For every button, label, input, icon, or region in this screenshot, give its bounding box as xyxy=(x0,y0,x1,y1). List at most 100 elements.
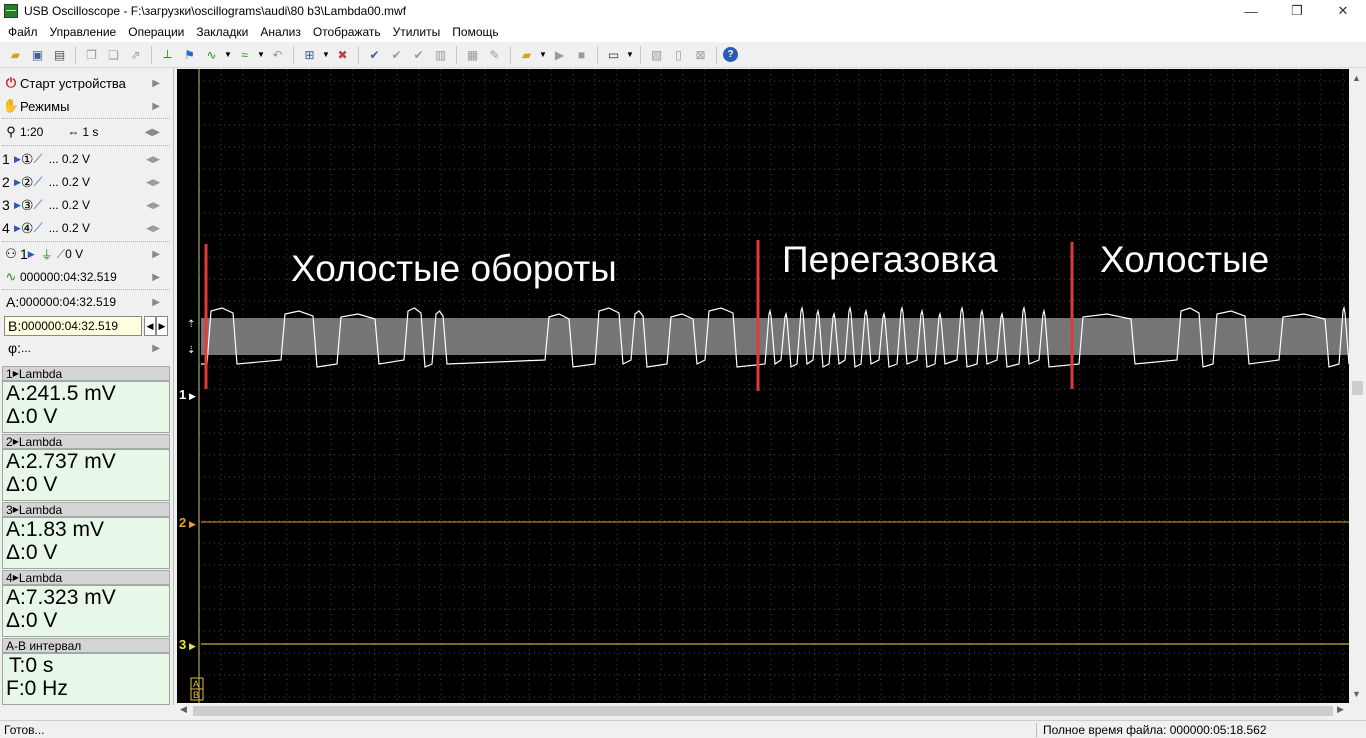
crop-icon[interactable]: ⊠ xyxy=(691,45,710,64)
horizontal-scrollbar[interactable]: ◀ ▶ xyxy=(177,703,1349,719)
chevron-left-right-icon: ◀▶ xyxy=(144,126,160,138)
page-icon[interactable]: ▯ xyxy=(669,45,688,64)
play-script-icon[interactable]: ▶ xyxy=(550,45,569,64)
save-icon[interactable]: ▣ xyxy=(28,45,47,64)
cursor-a-letter: A: xyxy=(6,294,20,310)
measure-channel-number: 3 xyxy=(6,502,13,517)
annotation-idle: Холостые обороты xyxy=(291,248,617,289)
print-icon[interactable]: ▤ xyxy=(50,45,69,64)
step-left-icon[interactable]: ◀ xyxy=(144,316,156,336)
chevron-down-icon[interactable]: ▼ xyxy=(224,45,232,64)
chevron-right-icon: ▶ xyxy=(152,296,160,308)
step-right-icon[interactable]: ▶ xyxy=(156,316,168,336)
cursor-b-field[interactable]: B: 000000:04:32.519 xyxy=(4,316,142,336)
menu-view[interactable]: Отображать xyxy=(307,25,387,39)
check-down-icon[interactable]: ✔ xyxy=(387,45,406,64)
menu-help[interactable]: Помощь xyxy=(446,25,504,39)
ab-interval-header: A-B интервал xyxy=(2,638,170,653)
channel-row-3[interactable]: 3 ▶ ③ ⟋ ... 0.2 V ◀▶ xyxy=(2,194,170,216)
trigger-time-row[interactable]: ∿ 000000:04:32.519 ▶ xyxy=(2,266,170,288)
measure-icon[interactable]: ✎ xyxy=(485,45,504,64)
paste-icon[interactable]: ❏ xyxy=(104,45,123,64)
divider xyxy=(2,289,170,290)
status-text: Готов... xyxy=(4,723,45,737)
arrow-right-icon: ▶ xyxy=(14,153,21,164)
open-folder-icon[interactable]: ▰ xyxy=(6,45,25,64)
channel-2-marker[interactable]: 2 xyxy=(179,515,186,530)
band-top-arrow-icon[interactable]: ⇡ xyxy=(187,319,195,330)
marker-icon[interactable]: ⚑ xyxy=(180,45,199,64)
channel-row-4[interactable]: 4 ▶ ④ ⟋ ... 0.2 V ◀▶ xyxy=(2,217,170,239)
chevron-left-right-icon[interactable]: ◀▶ xyxy=(146,154,160,165)
scroll-up-icon[interactable]: ▲ xyxy=(1352,73,1361,83)
menu-operations[interactable]: Операции xyxy=(122,25,190,39)
chevron-down-icon[interactable]: ▼ xyxy=(322,45,330,64)
modes-item[interactable]: ✋ Режимы ▶ xyxy=(2,95,170,117)
trigger-row[interactable]: ⚇ 1 ▶ ⏚ ⟋ 0 V ▶ xyxy=(2,243,170,265)
phase-row[interactable]: φ: ... ▶ xyxy=(2,337,170,359)
measure-delta-value: Δ:0 V xyxy=(6,609,58,632)
arrow-right-icon: ▶ xyxy=(14,222,21,233)
scroll-left-icon[interactable]: ◀ xyxy=(180,704,187,715)
menu-utilities[interactable]: Утилиты xyxy=(387,25,447,39)
start-device-item[interactable]: ⏻ Старт устройства ▶ xyxy=(2,72,170,94)
cursor-b-stepper: ◀ ▶ xyxy=(144,316,168,336)
band-bottom-arrow-icon[interactable]: ⇣ xyxy=(187,345,195,356)
horizontal-scroll-thumb[interactable] xyxy=(193,706,1333,716)
ab-interval-title: A-B интервал xyxy=(6,638,82,653)
delete-icon[interactable]: ✖ xyxy=(333,45,352,64)
trigger-level: 0 V xyxy=(65,247,84,261)
scroll-down-icon[interactable]: ▼ xyxy=(1352,689,1361,699)
vertical-scroll-thumb[interactable] xyxy=(1352,381,1363,395)
undo-icon[interactable]: ↶ xyxy=(268,45,287,64)
chevron-down-icon[interactable]: ▼ xyxy=(626,45,634,64)
channel-circle: ① xyxy=(20,150,34,167)
chevron-down-icon[interactable]: ▼ xyxy=(257,45,265,64)
menu-analysis[interactable]: Анализ xyxy=(254,25,307,39)
channel-3-marker[interactable]: 3 xyxy=(179,637,186,652)
measure-panel-1: A:241.5 mV Δ:0 V xyxy=(2,381,170,433)
check-icon[interactable]: ✔ xyxy=(365,45,384,64)
status-bar: Готов... Полное время файла: 000000:05:1… xyxy=(0,720,1366,738)
image-icon[interactable]: ▧ xyxy=(647,45,666,64)
display-icon[interactable]: ▭ xyxy=(604,45,623,64)
signal2-icon[interactable]: ≈ xyxy=(235,45,254,64)
stop-script-icon[interactable]: ■ xyxy=(572,45,591,64)
menu-file[interactable]: Файл xyxy=(2,25,44,39)
close-button[interactable]: ✕ xyxy=(1320,0,1366,22)
open-script-icon[interactable]: ▰ xyxy=(517,45,536,64)
cursor-a-row[interactable]: A: 000000:04:32.519 ▶ xyxy=(2,291,170,313)
channel-1-marker[interactable]: 1 xyxy=(179,387,186,402)
trigger-icon[interactable]: ⟂ xyxy=(158,45,177,64)
arrow-right-icon: ▶ xyxy=(189,391,196,401)
cursor-b-letter: B: xyxy=(8,318,22,334)
channel-row-2[interactable]: 2 ▶ ② ⟋ ... 0.2 V ◀▶ xyxy=(2,171,170,193)
help-icon[interactable]: ? xyxy=(723,47,738,62)
chevron-left-right-icon[interactable]: ◀▶ xyxy=(146,177,160,188)
vertical-scrollbar[interactable]: ▲ ▼ xyxy=(1349,69,1366,703)
oscilloscope-display[interactable]: Холостые обороты Перегазовка Холостые 1 … xyxy=(177,69,1350,703)
timebase-icon: ⇔ xyxy=(67,125,80,139)
scroll-right-icon[interactable]: ▶ xyxy=(1337,704,1344,715)
copy-icon[interactable]: ❐ xyxy=(82,45,101,64)
maximize-button[interactable]: ❐ xyxy=(1274,0,1320,22)
zoom-icon[interactable]: ⊞ xyxy=(300,45,319,64)
menu-bookmarks[interactable]: Закладки xyxy=(190,25,254,39)
zoom-timebase-row[interactable]: ⚲ 1:20 ⇔ 1 s ◀▶ xyxy=(2,121,170,143)
check-up-icon[interactable]: ✔ xyxy=(409,45,428,64)
toolbar-separator xyxy=(640,45,641,64)
chevron-left-right-icon[interactable]: ◀▶ xyxy=(146,200,160,211)
scope-canvas[interactable]: Холостые обороты Перегазовка Холостые 1 … xyxy=(177,69,1350,703)
menu-control[interactable]: Управление xyxy=(44,25,123,39)
grid-icon[interactable]: ▦ xyxy=(463,45,482,64)
list-icon[interactable]: ▥ xyxy=(431,45,450,64)
export-icon[interactable]: ⇗ xyxy=(126,45,145,64)
channel-row-1[interactable]: 1 ▶ ① ⟋ ... 0.2 V ◀▶ xyxy=(2,148,170,170)
chevron-left-right-icon[interactable]: ◀▶ xyxy=(146,223,160,234)
minimize-button[interactable]: — xyxy=(1228,0,1274,22)
measure-channel-number: 4 xyxy=(6,570,13,585)
chevron-down-icon[interactable]: ▼ xyxy=(539,45,547,64)
timebase-value: 1 s xyxy=(82,125,99,139)
signal-icon[interactable]: ∿ xyxy=(202,45,221,64)
annotation-idle-again: Холостые xyxy=(1100,239,1269,280)
